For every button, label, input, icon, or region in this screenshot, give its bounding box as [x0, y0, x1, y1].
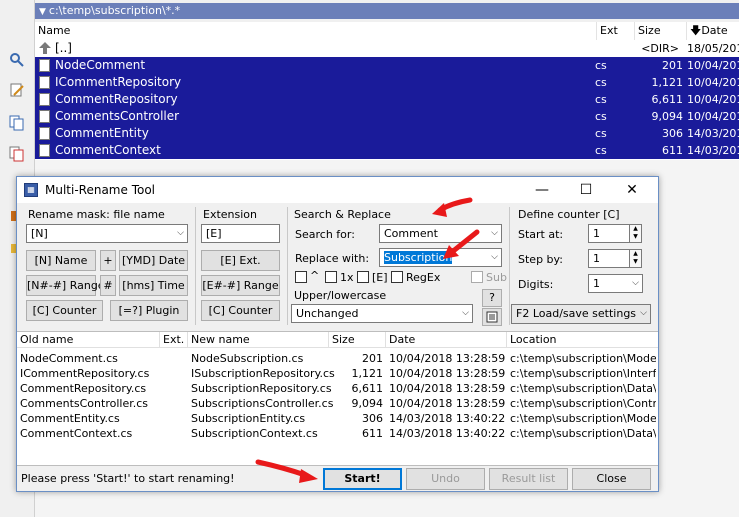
annotation-arrow-icon	[443, 229, 480, 259]
annotation-arrow-icon	[255, 459, 318, 483]
annotation-arrow-icon	[432, 197, 473, 217]
annotation-arrows	[255, 197, 480, 483]
